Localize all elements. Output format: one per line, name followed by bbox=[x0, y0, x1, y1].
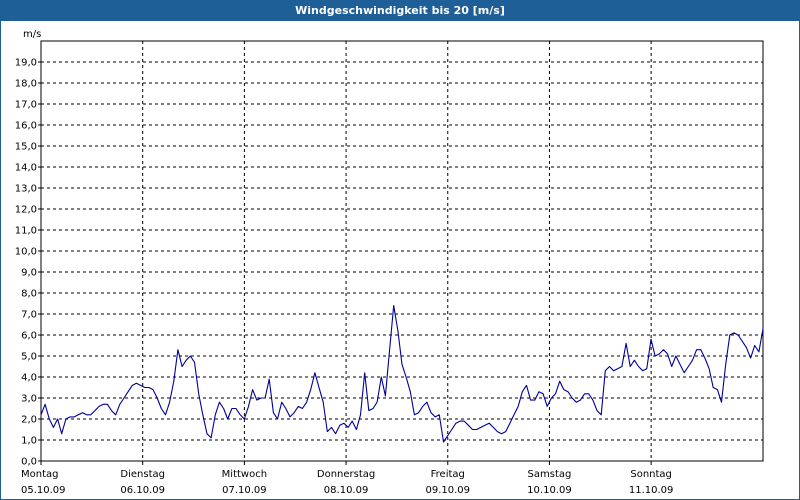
y-tick-label: 15,0 bbox=[15, 142, 37, 153]
grid bbox=[41, 41, 763, 461]
chart-window: Windgeschwindigkeit bis 20 [m/s] m/s 0,0 1… bbox=[0, 0, 800, 500]
y-tick-label: 7,0 bbox=[21, 310, 37, 321]
x-day-label: Donnerstag bbox=[317, 469, 375, 480]
y-tick-label: 14,0 bbox=[15, 163, 37, 174]
axis-labels: m/s 0,0 1,0 2,0 3,0 4,0 5,0 6,0 7,0 8,0 9,0 10,0 11,… bbox=[15, 29, 674, 496]
x-day-label: Montag bbox=[21, 469, 58, 480]
y-tick-label: 16,0 bbox=[15, 121, 37, 132]
y-tick-label: 18,0 bbox=[15, 79, 37, 90]
y-tick-label: 5,0 bbox=[21, 352, 37, 363]
y-tick-label: 0,0 bbox=[21, 457, 37, 468]
y-tick-label: 13,0 bbox=[15, 184, 37, 195]
window-title: Windgeschwindigkeit bis 20 [m/s] bbox=[1, 1, 799, 21]
y-tick-label: 1,0 bbox=[21, 436, 37, 447]
y-tick-label: 2,0 bbox=[21, 415, 37, 426]
series-layer bbox=[40, 305, 764, 443]
y-tick-label: 3,0 bbox=[21, 394, 37, 405]
x-date-label: 07.10.09 bbox=[222, 485, 267, 496]
y-tick-label: 19,0 bbox=[15, 58, 37, 69]
x-date-label: 05.10.09 bbox=[21, 485, 66, 496]
x-date-label: 10.10.09 bbox=[527, 485, 572, 496]
x-day-label: Dienstag bbox=[120, 469, 165, 480]
x-date-label: 08.10.09 bbox=[324, 485, 369, 496]
y-unit-label: m/s bbox=[23, 29, 41, 40]
x-day-label: Freitag bbox=[431, 469, 465, 480]
x-day-label: Sonntag bbox=[630, 469, 672, 480]
y-tick-label: 8,0 bbox=[21, 289, 37, 300]
wind-speed-chart: m/s 0,0 1,0 2,0 3,0 4,0 5,0 6,0 7,0 8,0 9,0 10,0 11,… bbox=[15, 29, 764, 496]
y-tick-label: 11,0 bbox=[15, 226, 37, 237]
x-day-label: Samstag bbox=[528, 469, 572, 480]
axes bbox=[38, 40, 764, 465]
x-date-label: 11.10.09 bbox=[629, 485, 674, 496]
y-tick-label: 10,0 bbox=[15, 247, 37, 258]
x-date-label: 09.10.09 bbox=[425, 485, 470, 496]
y-tick-label: 17,0 bbox=[15, 100, 37, 111]
y-tick-label: 12,0 bbox=[15, 205, 37, 216]
y-tick-label: 4,0 bbox=[21, 373, 37, 384]
x-date-label: 06.10.09 bbox=[120, 485, 165, 496]
x-day-label: Mittwoch bbox=[222, 469, 267, 480]
y-tick-label: 6,0 bbox=[21, 331, 37, 342]
y-tick-label: 9,0 bbox=[21, 268, 37, 279]
series-line bbox=[40, 305, 764, 443]
